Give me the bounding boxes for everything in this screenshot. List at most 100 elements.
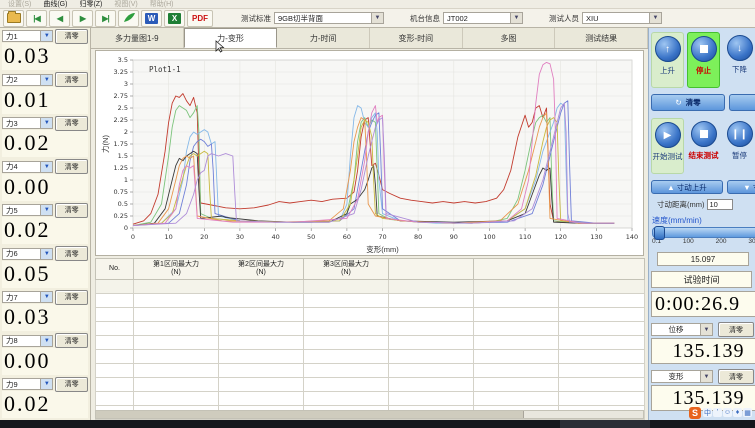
field-combo-1[interactable]: JT002▼ bbox=[443, 12, 523, 24]
first-record-icon[interactable]: |◀ bbox=[26, 10, 47, 27]
chinese-mode-icon[interactable]: 中 bbox=[703, 408, 712, 417]
channel-select-3[interactable]: 力3▼ bbox=[2, 117, 53, 129]
chevron-down-icon[interactable]: ▼ bbox=[371, 13, 383, 23]
word-export-icon[interactable]: W bbox=[141, 10, 162, 27]
force-deformation-chart: 010203040506070809010011012013014000.250… bbox=[95, 50, 644, 256]
channel-clear-button-3[interactable]: 清零 bbox=[55, 116, 88, 131]
pointer-icon[interactable]: ’ bbox=[713, 408, 722, 417]
chevron-down-icon[interactable]: ▼ bbox=[510, 13, 522, 23]
channel-clear-button-1[interactable]: 清零 bbox=[55, 29, 88, 44]
svg-text:140: 140 bbox=[626, 233, 638, 241]
channel-clear-button-2[interactable]: 清零 bbox=[55, 72, 88, 87]
chevron-down-icon[interactable]: ▼ bbox=[40, 75, 52, 85]
field-combo-2[interactable]: XIU▼ bbox=[582, 12, 662, 24]
tab-4[interactable]: 变形-时间 bbox=[370, 28, 463, 48]
displacement-clear-button[interactable]: 清零 bbox=[718, 322, 754, 337]
table-cell bbox=[134, 294, 219, 308]
stop-icon bbox=[691, 36, 717, 62]
channel-select-9[interactable]: 力9▼ bbox=[2, 378, 53, 390]
table-cell bbox=[219, 308, 304, 322]
channel-clear-button-7[interactable]: 清零 bbox=[55, 290, 88, 305]
channel-clear-button-6[interactable]: 清零 bbox=[55, 246, 88, 261]
sogou-input-toolbar[interactable]: S 中 ’ ☺ ♦ ▦ bbox=[689, 406, 753, 419]
svg-text:50: 50 bbox=[307, 233, 315, 241]
last-record-icon[interactable]: ▶| bbox=[95, 10, 116, 27]
chevron-down-icon[interactable]: ▼ bbox=[649, 13, 661, 23]
crosshead-down-button[interactable]: ↓ 下降 bbox=[723, 32, 755, 88]
deformation-clear-button[interactable]: 清零 bbox=[718, 369, 754, 384]
channel-select-8[interactable]: 力8▼ bbox=[2, 335, 53, 347]
next-record-icon[interactable]: ▶ bbox=[72, 10, 93, 27]
svg-text:20: 20 bbox=[200, 233, 208, 241]
channel-clear-button-8[interactable]: 清零 bbox=[55, 333, 88, 348]
channel-select-6[interactable]: 力6▼ bbox=[2, 248, 53, 260]
chevron-down-icon[interactable]: ▼ bbox=[40, 292, 52, 302]
chevron-down-icon[interactable]: ▼ bbox=[40, 249, 52, 259]
excel-export-icon[interactable]: X bbox=[164, 10, 185, 27]
speed-slider[interactable] bbox=[652, 227, 755, 238]
tab-5[interactable]: 多图 bbox=[463, 28, 556, 48]
down-arrow-icon: ↓ bbox=[727, 35, 753, 61]
chevron-down-icon[interactable]: ▼ bbox=[40, 336, 52, 346]
channel-select-4[interactable]: 力4▼ bbox=[2, 161, 53, 173]
chevron-down-icon[interactable]: ▼ bbox=[40, 162, 52, 172]
menu-item-3[interactable]: 归零(Z) bbox=[79, 0, 102, 9]
chevron-down-icon[interactable]: ▼ bbox=[700, 371, 712, 382]
pdf-export-icon[interactable]: PDF bbox=[187, 10, 213, 27]
mic-icon[interactable]: ♦ bbox=[733, 408, 742, 417]
feather-icon[interactable] bbox=[118, 10, 139, 27]
windows-taskbar[interactable] bbox=[0, 420, 755, 428]
deformation-combo[interactable]: 变形 ▼ bbox=[651, 370, 713, 383]
table-row bbox=[96, 336, 645, 350]
table-cell bbox=[389, 378, 474, 392]
tab-2[interactable]: 力-变形 bbox=[184, 28, 278, 48]
svg-text:60: 60 bbox=[343, 233, 351, 241]
refresh-icon: ↻ bbox=[675, 98, 681, 107]
tab-3[interactable]: 力-时间 bbox=[277, 28, 370, 48]
keyboard-icon[interactable]: ▦ bbox=[743, 408, 752, 417]
chevron-down-icon[interactable]: ▼ bbox=[40, 31, 52, 41]
channel-select-2[interactable]: 力2▼ bbox=[2, 74, 53, 86]
displacement-combo[interactable]: 位移 ▼ bbox=[651, 323, 713, 336]
emoji-icon[interactable]: ☺ bbox=[723, 408, 732, 417]
end-test-button[interactable]: 结束测试 bbox=[687, 118, 720, 174]
pause-test-button[interactable]: ❙❙ 暂停 bbox=[723, 118, 755, 174]
scrollbar-thumb[interactable] bbox=[96, 411, 524, 418]
speed-slider-thumb[interactable] bbox=[654, 226, 665, 240]
table-row bbox=[96, 308, 645, 322]
crosshead-up-button[interactable]: ↑ 上升 bbox=[651, 32, 684, 88]
jog-up-button[interactable]: ▲ 寸动上升 bbox=[651, 180, 723, 194]
start-test-button[interactable]: ▶ 开始测试 bbox=[651, 118, 684, 174]
open-file-icon[interactable] bbox=[3, 10, 24, 27]
clear-all-button[interactable]: ↻ 清零 bbox=[651, 94, 725, 111]
channel-clear-button-4[interactable]: 清零 bbox=[55, 159, 88, 174]
menu-item-4: 视图(V) bbox=[114, 0, 137, 9]
chevron-down-icon[interactable]: ▼ bbox=[40, 379, 52, 389]
jog-up-icon: ▲ bbox=[667, 183, 674, 192]
table-cell bbox=[304, 336, 389, 350]
channel-clear-button-5[interactable]: 清零 bbox=[55, 203, 88, 218]
menu-item-2[interactable]: 曲线(G) bbox=[43, 0, 67, 9]
field-label: 测试人员 bbox=[549, 13, 579, 24]
channel-select-5[interactable]: 力5▼ bbox=[2, 204, 53, 216]
chevron-down-icon[interactable]: ▼ bbox=[700, 324, 712, 335]
test-time-value: 0:00:26.9 bbox=[655, 293, 740, 316]
chevron-down-icon[interactable]: ▼ bbox=[40, 118, 52, 128]
field-combo-0[interactable]: 9GB切半背面▼ bbox=[274, 12, 384, 24]
jog-distance-input[interactable]: 10 bbox=[707, 199, 733, 210]
chevron-down-icon[interactable]: ▼ bbox=[40, 205, 52, 215]
tab-1[interactable]: 多力量图1-9 bbox=[91, 28, 184, 48]
channel-select-7[interactable]: 力7▼ bbox=[2, 291, 53, 303]
table-cell bbox=[474, 336, 559, 350]
channel-select-1[interactable]: 力1▼ bbox=[2, 30, 53, 42]
table-cell bbox=[96, 392, 134, 406]
sogou-logo-icon[interactable]: S bbox=[689, 407, 701, 419]
svg-text:1.5: 1.5 bbox=[118, 152, 128, 160]
jog-down-button[interactable]: ▼ 寸动下降 bbox=[727, 180, 755, 194]
partial-button[interactable]: ≡ bbox=[729, 94, 755, 111]
tab-6[interactable]: 测试结果 bbox=[555, 28, 648, 48]
horizontal-scrollbar[interactable] bbox=[95, 410, 644, 419]
prev-record-icon[interactable]: ◀ bbox=[49, 10, 70, 27]
stop-button[interactable]: 停止 bbox=[687, 32, 720, 88]
channel-clear-button-9[interactable]: 清零 bbox=[55, 377, 88, 392]
